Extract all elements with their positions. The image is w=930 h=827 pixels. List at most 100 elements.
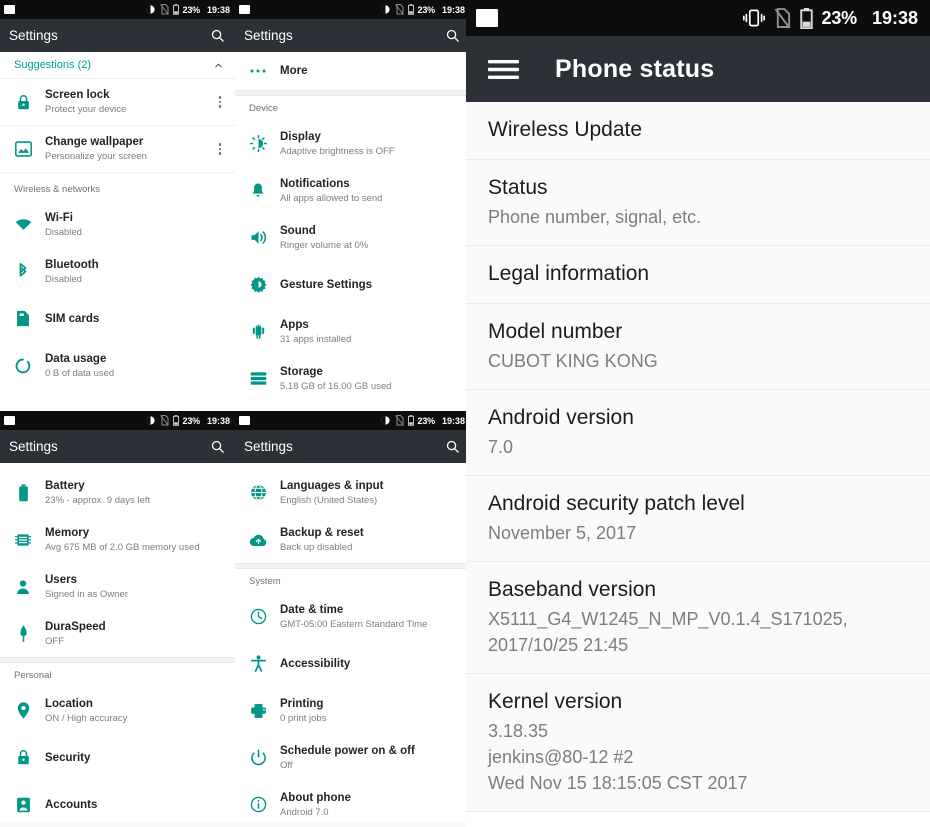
suggestion-screen-lock[interactable]: Screen lock Protect your device — [0, 79, 235, 126]
settings-item-wifi[interactable]: Wi-Fi Disabled — [0, 201, 235, 248]
hamburger-menu-icon[interactable] — [488, 58, 519, 81]
settings-item-display[interactable]: Display Adaptive brightness is OFF — [235, 120, 470, 167]
settings-item-sound[interactable]: Sound Ringer volume at 0% — [235, 214, 470, 261]
item-texts: Sound Ringer volume at 0% — [280, 224, 462, 252]
settings-item-notifications[interactable]: Notifications All apps allowed to send — [235, 167, 470, 214]
status-item-android-version[interactable]: Android version 7.0 — [466, 390, 930, 476]
item-subtitle: Avg 675 MB of 2.0 GB memory used — [45, 541, 200, 553]
status-item-legal-information[interactable]: Legal information — [466, 246, 930, 304]
settings-item-location[interactable]: Location ON / High accuracy — [0, 687, 235, 734]
settings-item-accessibility[interactable]: Accessibility — [235, 640, 470, 687]
phone-status-panel: 23% 19:38 Phone status Wireless Update S… — [466, 0, 930, 827]
status-bar-left — [4, 5, 15, 14]
search-icon[interactable] — [445, 28, 460, 43]
item-title: Data usage — [45, 352, 107, 365]
settings-item-storage[interactable]: Storage 5.18 GB of 16.00 GB used — [235, 355, 470, 402]
battery-icon — [172, 4, 179, 15]
suggestions-header[interactable]: Suggestions (2) — [0, 52, 235, 79]
chevron-up-icon[interactable] — [213, 60, 224, 71]
display-icon — [244, 132, 272, 156]
app-bar-title: Settings — [9, 28, 58, 43]
status-item-title: Android security patch level — [488, 492, 745, 515]
item-title: Date & time — [280, 603, 344, 616]
status-item-title: Legal information — [488, 262, 650, 285]
memory-icon — [9, 528, 37, 552]
item-title: Security — [45, 751, 91, 764]
kebab-menu-icon[interactable] — [213, 96, 227, 108]
item-title: DuraSpeed — [45, 620, 106, 633]
settings-item-date-time[interactable]: Date & time GMT-05:00 Eastern Standard T… — [235, 593, 470, 640]
settings-item-security[interactable]: Security — [0, 734, 235, 781]
battery-icon — [9, 481, 37, 505]
item-title: Languages & input — [280, 479, 384, 492]
settings-item-languages-input[interactable]: Languages & input English (United States… — [235, 469, 470, 516]
item-subtitle: Android 7.0 — [280, 806, 329, 818]
item-subtitle: Disabled — [45, 226, 82, 238]
status-item-subtitle: 3.18.35 jenkins@80-12 #2 Wed Nov 15 18:1… — [488, 721, 748, 793]
settings-item-bluetooth[interactable]: Bluetooth Disabled — [0, 248, 235, 295]
lock-icon — [9, 90, 37, 114]
power-icon — [244, 746, 272, 770]
photo-icon — [4, 416, 15, 425]
settings-item-schedule-power[interactable]: Schedule power on & off Off — [235, 734, 470, 781]
item-title: Battery — [45, 479, 85, 492]
item-subtitle: Ringer volume at 0% — [280, 239, 369, 251]
status-bar-clock: 19:38 — [441, 415, 465, 426]
status-bar-clock: 19:38 — [441, 4, 465, 15]
settings-item-printing[interactable]: Printing 0 print jobs — [235, 687, 470, 734]
section-label-wireless: Wireless & networks — [14, 184, 101, 195]
status-item-security-patch-level[interactable]: Android security patch level November 5,… — [466, 476, 930, 562]
item-texts: Data usage 0 B of data used — [45, 352, 227, 380]
status-item-wireless-update[interactable]: Wireless Update — [466, 102, 930, 160]
item-texts: Security — [45, 751, 227, 765]
no-sim-icon — [774, 7, 791, 29]
search-icon[interactable] — [210, 439, 225, 454]
no-sim-icon — [394, 415, 404, 426]
battery-percent: 23% — [182, 4, 201, 15]
settings-item-backup-reset[interactable]: Backup & reset Back up disabled — [235, 516, 470, 563]
item-subtitle: 31 apps installed — [280, 333, 352, 345]
item-subtitle: 0 print jobs — [280, 712, 327, 724]
item-texts: Display Adaptive brightness is OFF — [280, 130, 462, 158]
settings-item-sim-cards[interactable]: SIM cards — [0, 295, 235, 342]
item-texts: Battery 23% - approx. 9 days left — [45, 479, 227, 507]
search-icon[interactable] — [210, 28, 225, 43]
photo-icon — [239, 5, 250, 14]
settings-panel-1: 23% 19:38 Settings Suggestions (2) Scree… — [0, 0, 235, 411]
status-item-kernel-version[interactable]: Kernel version 3.18.35 jenkins@80-12 #2 … — [466, 674, 930, 812]
bluetooth-icon — [9, 260, 37, 284]
settings-item-memory[interactable]: Memory Avg 675 MB of 2.0 GB memory used — [0, 516, 235, 563]
settings-item-duraspeed[interactable]: DuraSpeed OFF — [0, 610, 235, 657]
vibrate-icon — [145, 4, 156, 15]
settings-item-about-phone[interactable]: About phone Android 7.0 — [235, 781, 470, 822]
item-subtitle: Disabled — [45, 273, 82, 285]
status-bar-right: 23% 19:38 — [145, 415, 230, 426]
settings-item-battery[interactable]: Battery 23% - approx. 9 days left — [0, 469, 235, 516]
settings-item-more[interactable]: More — [235, 52, 470, 90]
status-item-title: Status — [488, 176, 548, 199]
status-item-model-number[interactable]: Model number CUBOT KING KONG — [466, 304, 930, 390]
item-texts: DuraSpeed OFF — [45, 620, 227, 648]
suggestion-change-wallpaper[interactable]: Change wallpaper Personalize your screen — [0, 126, 235, 173]
photo-icon — [476, 9, 498, 27]
kebab-menu-icon[interactable] — [213, 143, 227, 155]
accounts-badge-icon — [9, 793, 37, 817]
item-texts: Backup & reset Back up disabled — [280, 526, 462, 554]
settings-item-users[interactable]: Users Signed in as Owner — [0, 563, 235, 610]
item-title: Notifications — [280, 177, 350, 190]
item-title: Wi-Fi — [45, 211, 73, 224]
status-bar-clock: 19:38 — [206, 415, 230, 426]
clock-icon — [244, 605, 272, 629]
settings-panel-2: 23% 19:38 Settings More Device Display A… — [235, 0, 470, 411]
settings-item-data-usage[interactable]: Data usage 0 B of data used — [0, 342, 235, 389]
battery-percent: 23% — [821, 7, 858, 28]
item-subtitle: GMT-05:00 Eastern Standard Time — [280, 618, 428, 630]
status-item-status[interactable]: Status Phone number, signal, etc. — [466, 160, 930, 246]
search-icon[interactable] — [445, 439, 460, 454]
status-item-baseband-version[interactable]: Baseband version X5111_G4_W1245_N_MP_V0.… — [466, 562, 930, 674]
settings-item-gesture-settings[interactable]: Gesture Settings — [235, 261, 470, 308]
settings-item-apps[interactable]: Apps 31 apps installed — [235, 308, 470, 355]
settings-item-accounts[interactable]: Accounts — [0, 781, 235, 822]
item-title: Display — [280, 130, 321, 143]
info-icon — [244, 793, 272, 817]
